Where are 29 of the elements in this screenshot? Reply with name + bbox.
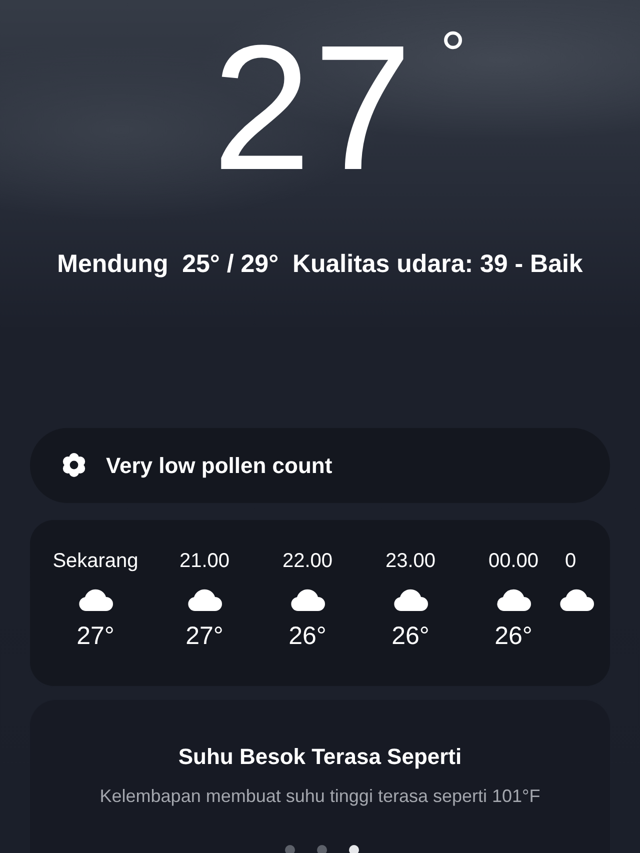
- page-dot[interactable]: [349, 845, 359, 853]
- cloud-icon: [290, 588, 326, 612]
- flower-icon: [62, 452, 86, 476]
- page-dot[interactable]: [317, 845, 327, 853]
- feels-like-card[interactable]: Suhu Besok Terasa Seperti Kelembapan membuat suhu tinggi terasa seperti 101°F: [30, 700, 610, 853]
- hour-label: 21.00: [179, 549, 230, 574]
- hour-temperature: 26°: [494, 622, 532, 651]
- weather-summary: Mendung 25° / 29° Kualitas udara: 39 - Baik: [56, 249, 584, 280]
- hour-label: 00.00: [488, 549, 539, 574]
- hour-label: 22.00: [282, 549, 333, 574]
- hour-temperature: 27°: [186, 622, 224, 651]
- cloud-icon: [496, 588, 532, 612]
- pollen-label: Very low pollen count: [106, 452, 332, 478]
- cloud-icon: [559, 588, 595, 612]
- pollen-card[interactable]: Very low pollen count: [30, 428, 610, 503]
- temperature: 27: [212, 28, 414, 190]
- cloud-icon: [392, 588, 428, 612]
- hour-label: 23.00: [385, 549, 436, 574]
- hour-temperature: 26°: [288, 622, 326, 651]
- hour-temperature: 26°: [392, 622, 430, 651]
- degree-symbol: °: [440, 22, 466, 92]
- cloud-icon: [78, 588, 114, 612]
- card-title: Suhu Besok Terasa Seperti: [177, 744, 463, 770]
- card-text: Kelembapan membuat suhu tinggi terasa seperti 101°F: [98, 786, 542, 807]
- page-dot[interactable]: [285, 845, 295, 853]
- hour-temperature: 27°: [76, 622, 114, 651]
- cloud-icon: [186, 588, 222, 612]
- hour-label: 0: [565, 549, 576, 574]
- hour-label: Sekarang: [52, 549, 138, 574]
